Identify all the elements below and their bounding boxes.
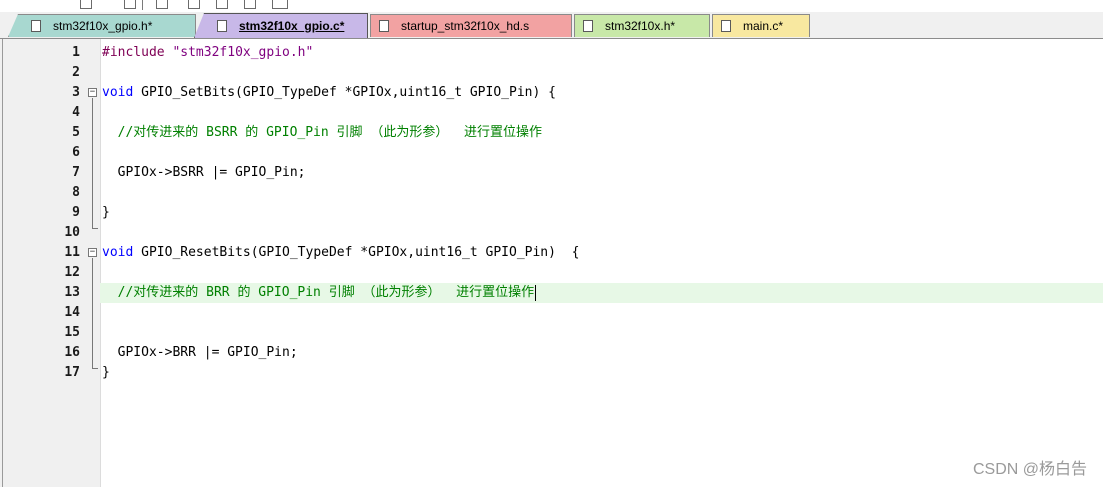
file-icon	[217, 20, 227, 32]
fold-collapse-icon[interactable]: −	[88, 88, 97, 97]
tab-label: stm32f10x_gpio.c*	[239, 19, 345, 33]
line-number: 5	[72, 125, 80, 140]
toolbar-icon-5[interactable]	[216, 0, 228, 9]
code-token: //对传进来的 BRR 的 GPIO_Pin 引脚 （此为形参） 进行置位操作	[102, 285, 535, 300]
code-line[interactable]: 11 void GPIO_ResetBits(GPIO_TypeDef *GPIO…	[0, 243, 1103, 263]
line-number: 9	[72, 205, 80, 220]
code-token: void	[102, 245, 134, 260]
code-text: }	[102, 203, 110, 223]
toolbar-icon-7[interactable]	[272, 0, 288, 9]
code-token: "stm32f10x_gpio.h"	[172, 45, 314, 60]
code-text: }	[102, 363, 110, 383]
line-number: 6	[72, 145, 80, 160]
code-line[interactable]: 13 //对传进来的 BRR 的 GPIO_Pin 引脚 （此为形参） 进行置位…	[0, 283, 1103, 303]
tab-label: stm32f10x.h*	[605, 19, 676, 33]
line-number: 17	[64, 365, 80, 380]
code-line[interactable]: 10	[0, 223, 1103, 243]
toolbar-icon-6[interactable]	[244, 0, 256, 9]
code-editor[interactable]: 1 #include "stm32f10x_gpio.h" 2 3 void GPIO_…	[0, 39, 1103, 487]
code-line[interactable]: 12	[0, 263, 1103, 283]
code-line[interactable]: 7 GPIOx->BSRR |= GPIO_Pin;	[0, 163, 1103, 183]
fold-end-marker	[92, 228, 98, 229]
toolbar-icon-2[interactable]	[124, 0, 136, 9]
watermark: CSDN @杨白告	[972, 461, 1087, 478]
code-token: void	[102, 85, 134, 100]
code-token: #include	[102, 45, 173, 60]
file-icon	[721, 20, 731, 32]
code-text: GPIOx->BSRR |= GPIO_Pin;	[102, 163, 306, 183]
code-line[interactable]: 15	[0, 323, 1103, 343]
code-line[interactable]: 2	[0, 63, 1103, 83]
tab-label: main.c*	[743, 19, 784, 33]
fold-guide-line	[92, 258, 93, 368]
toolbar	[0, 0, 1103, 12]
line-number: 8	[72, 185, 80, 200]
code-line[interactable]: 3 void GPIO_SetBits(GPIO_TypeDef *GPIOx,u…	[0, 83, 1103, 103]
code-text: GPIOx->BRR |= GPIO_Pin;	[102, 343, 298, 363]
code-text: void GPIO_ResetBits(GPIO_TypeDef *GPIOx,…	[102, 243, 579, 263]
code-token: }	[102, 365, 110, 380]
fold-end-marker	[92, 368, 98, 369]
code-token: GPIOx->BRR |= GPIO_Pin;	[102, 345, 298, 360]
code-token: GPIOx->BSRR |= GPIO_Pin;	[102, 165, 306, 180]
code-text: void GPIO_SetBits(GPIO_TypeDef *GPIOx,ui…	[102, 83, 556, 103]
toolbar-icon-4[interactable]	[188, 0, 200, 9]
code-line[interactable]: 9}	[0, 203, 1103, 223]
code-line[interactable]: 8	[0, 183, 1103, 203]
tab-label: startup_stm32f10x_hd.s	[401, 19, 530, 33]
tab-stm32f10x-gpio-h[interactable]: stm32f10x_gpio.h*	[8, 14, 196, 37]
line-number: 16	[64, 345, 80, 360]
line-number: 4	[72, 105, 80, 120]
line-number: 13	[64, 285, 80, 300]
line-number: 7	[72, 165, 80, 180]
code-text: #include "stm32f10x_gpio.h"	[102, 43, 313, 63]
code-token: GPIO_ResetBits(GPIO_TypeDef *GPIOx,uint1…	[133, 245, 580, 260]
file-icon	[31, 20, 41, 32]
code-line[interactable]: 14	[0, 303, 1103, 323]
code-token: }	[102, 205, 110, 220]
text-caret	[535, 285, 537, 301]
line-number: 11	[64, 245, 80, 260]
code-text: //对传进来的 BRR 的 GPIO_Pin 引脚 （此为形参） 进行置位操作	[102, 283, 535, 303]
toolbar-icon-1[interactable]	[80, 0, 92, 9]
code-line[interactable]: 4	[0, 103, 1103, 123]
toolbar-icon-3[interactable]	[156, 0, 168, 9]
line-number: 1	[72, 45, 80, 60]
code-line[interactable]: 5 //对传进来的 BSRR 的 GPIO_Pin 引脚 （此为形参） 进行置位…	[0, 123, 1103, 143]
line-number: 12	[64, 265, 80, 280]
line-number: 14	[64, 305, 80, 320]
code-line[interactable]: 6	[0, 143, 1103, 163]
code-line[interactable]: 1 #include "stm32f10x_gpio.h"	[0, 43, 1103, 63]
code-token: //对传进来的 BSRR 的 GPIO_Pin 引脚 （此为形参） 进行置位操作	[102, 125, 543, 140]
line-number: 3	[72, 85, 80, 100]
tab-main-c[interactable]: main.c*	[712, 14, 810, 37]
line-number: 2	[72, 65, 80, 80]
file-icon	[583, 20, 593, 32]
code-line[interactable]: 16 GPIOx->BRR |= GPIO_Pin;	[0, 343, 1103, 363]
line-number: 15	[64, 325, 80, 340]
tab-label: stm32f10x_gpio.h*	[53, 19, 153, 33]
code-line[interactable]: 17}	[0, 363, 1103, 383]
tab-stm32f10x-h[interactable]: stm32f10x.h*	[574, 14, 710, 37]
tab-stm32f10x-gpio-c[interactable]: stm32f10x_gpio.c*	[194, 13, 368, 38]
file-tab-bar: stm32f10x_gpio.h* stm32f10x_gpio.c* star…	[0, 12, 1103, 39]
line-number: 10	[64, 225, 80, 240]
code-token: GPIO_SetBits(GPIO_TypeDef *GPIOx,uint16_…	[133, 85, 556, 100]
fold-guide-line	[92, 98, 93, 228]
toolbar-separator	[142, 0, 143, 10]
fold-collapse-icon[interactable]: −	[88, 248, 97, 257]
code-text: //对传进来的 BSRR 的 GPIO_Pin 引脚 （此为形参） 进行置位操作	[102, 123, 542, 143]
file-icon	[379, 20, 389, 32]
tab-startup-stm32f10x-hd-s[interactable]: startup_stm32f10x_hd.s	[370, 14, 572, 37]
